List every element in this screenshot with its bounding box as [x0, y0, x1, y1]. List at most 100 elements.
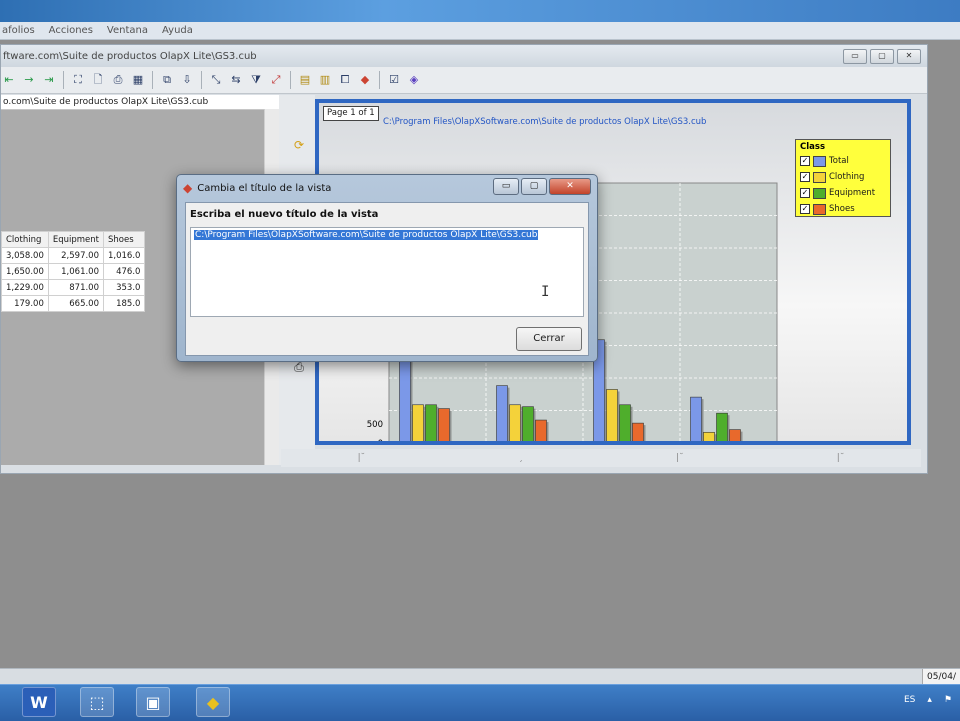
- column-header[interactable]: Shoes: [102, 231, 146, 248]
- swap-axes-icon[interactable]: ⤢: [268, 72, 284, 88]
- calculator-icon[interactable]: ▦: [130, 72, 146, 88]
- copy-icon[interactable]: ⧉: [159, 72, 175, 88]
- legend-swatch-equipment: [813, 187, 826, 199]
- toolbar-separator: [63, 71, 64, 89]
- 3d-cube-icon[interactable]: ◈: [406, 72, 422, 88]
- dialog-close-button[interactable]: ✕: [549, 178, 591, 195]
- minimize-button[interactable]: ▭: [843, 49, 867, 64]
- bar: [438, 408, 450, 441]
- pivot-icon[interactable]: ⇆: [228, 72, 244, 88]
- grid-view-icon[interactable]: ▤: [297, 72, 313, 88]
- y-tick-label: 500: [367, 420, 383, 430]
- grid-cell[interactable]: 1,650.00: [1, 263, 49, 280]
- dialog-minimize-button[interactable]: ▭: [493, 178, 519, 195]
- export-icon[interactable]: ⇩: [179, 72, 195, 88]
- y-tick-label: 0: [378, 439, 383, 441]
- cube-window-title: ftware.com\Suite de productos OlapX Lite…: [3, 50, 257, 62]
- app-cube-icon: ◆: [183, 181, 193, 195]
- chart-legend: Class ✓ Total ✓ Clothing ✓ Equipment ✓ S…: [795, 139, 891, 217]
- system-tray: ES ▴ ⚑: [904, 695, 952, 705]
- grid-cell[interactable]: 1,016.0: [102, 247, 146, 264]
- arrow-left-icon[interactable]: ⇤: [1, 72, 17, 88]
- menu-item-ayuda[interactable]: Ayuda: [162, 25, 193, 36]
- grid-cell[interactable]: 665.00: [47, 295, 105, 312]
- legend-swatch-total: [813, 155, 826, 167]
- legend-label: Equipment: [829, 188, 876, 198]
- bar: [509, 404, 521, 441]
- legend-swatch-shoes: [813, 203, 826, 215]
- dialog-title: Cambia el título de la vista: [197, 182, 332, 194]
- grid-cell[interactable]: 1,229.00: [1, 279, 49, 296]
- print-icon[interactable]: ⎙: [110, 72, 126, 88]
- grid-cell[interactable]: 179.00: [1, 295, 49, 312]
- dialog-titlebar[interactable]: ◆ Cambia el título de la vista: [183, 178, 331, 198]
- scroll-marker: |˘: [357, 453, 366, 463]
- legend-title: Class: [800, 142, 826, 152]
- cube-window-titlebar[interactable]: ftware.com\Suite de productos OlapX Lite…: [1, 45, 927, 67]
- legend-item: ✓ Total: [800, 153, 886, 169]
- data-grid: Clothing Equipment Shoes 3,058.00 2,597.…: [1, 231, 146, 312]
- print-preview-icon[interactable]: 🗋: [90, 72, 106, 88]
- table-row: 1,229.00 871.00 353.0: [1, 279, 146, 296]
- toolbar-separator: [290, 71, 291, 89]
- close-dialog-button[interactable]: Cerrar: [516, 327, 582, 351]
- word-taskbar-icon[interactable]: W: [22, 687, 56, 717]
- maximize-button[interactable]: ▢: [870, 49, 894, 64]
- grid-cell[interactable]: 1,061.00: [47, 263, 105, 280]
- dialog-maximize-button[interactable]: ▢: [521, 178, 547, 195]
- legend-checkbox[interactable]: ✓: [800, 156, 810, 166]
- view-title-selected-text[interactable]: C:\Program Files\OlapXSoftware.com\Suite…: [194, 230, 539, 240]
- app-taskbar-icon[interactable]: ▣: [136, 687, 170, 717]
- column-header[interactable]: Clothing: [1, 231, 49, 248]
- dialog-body: Escriba el nuevo título de la vista C:\P…: [185, 202, 589, 356]
- bar: [606, 389, 618, 441]
- arrow-end-icon[interactable]: ⇥: [41, 72, 57, 88]
- grid-cell[interactable]: 2,597.00: [47, 247, 105, 264]
- legend-checkbox[interactable]: ✓: [800, 188, 810, 198]
- grid-cell[interactable]: 871.00: [47, 279, 105, 296]
- column-header[interactable]: Equipment: [47, 231, 105, 248]
- scroll-marker: ˏ: [518, 453, 523, 463]
- menu-item-ventana[interactable]: Ventana: [107, 25, 148, 36]
- scroll-marker: |˘: [676, 453, 684, 463]
- bar: [716, 412, 728, 441]
- olapx-taskbar-icon[interactable]: ◆: [196, 687, 230, 717]
- grid-cell[interactable]: 476.0: [102, 263, 146, 280]
- language-indicator[interactable]: ES: [904, 695, 915, 705]
- grid-path: o.com\Suite de productos OlapX Lite\GS3.…: [1, 95, 279, 110]
- table-row: 3,058.00 2,597.00 1,016.0: [1, 247, 146, 264]
- refresh-icon[interactable]: ⟳: [291, 137, 307, 153]
- drill-icon[interactable]: ⤡: [208, 72, 224, 88]
- rename-view-dialog: ◆ Cambia el título de la vista ▭ ▢ ✕ Esc…: [176, 174, 598, 362]
- legend-checkbox[interactable]: ✓: [800, 204, 810, 214]
- cube-icon[interactable]: ◆: [357, 72, 373, 88]
- network-taskbar-icon[interactable]: ⬚: [80, 687, 114, 717]
- legend-item: ✓ Equipment: [800, 185, 886, 201]
- bar: [496, 385, 508, 441]
- chart-horizontal-scrollbar[interactable]: |˘ ˏ |˘ |˘: [281, 449, 921, 467]
- menu-item-portafolios[interactable]: afolios: [2, 25, 35, 36]
- flag-icon[interactable]: ⚑: [944, 695, 952, 705]
- grid-cell[interactable]: 3,058.00: [1, 247, 49, 264]
- check-icon[interactable]: ☑: [386, 72, 402, 88]
- bar: [425, 404, 437, 441]
- link-icon[interactable]: ⧠: [337, 72, 353, 88]
- scroll-marker: |˘: [836, 453, 845, 463]
- status-date: 05/04/: [922, 669, 960, 685]
- status-bar: 05/04/: [0, 668, 960, 685]
- table-row: 1,650.00 1,061.00 476.0: [1, 263, 146, 280]
- legend-checkbox[interactable]: ✓: [800, 172, 810, 182]
- bar: [412, 404, 424, 441]
- grid-cell[interactable]: 185.0: [102, 295, 146, 312]
- chart-view-icon[interactable]: ▥: [317, 72, 333, 88]
- filter-icon[interactable]: ⧩: [248, 72, 264, 88]
- fullscreen-icon[interactable]: ⛶: [70, 72, 86, 88]
- close-button[interactable]: ✕: [897, 49, 921, 64]
- legend-swatch-clothing: [813, 171, 826, 183]
- menu-item-acciones[interactable]: Acciones: [49, 25, 93, 36]
- view-title-input[interactable]: C:\Program Files\OlapXSoftware.com\Suite…: [190, 227, 584, 317]
- chevron-up-icon[interactable]: ▴: [927, 695, 932, 705]
- taskbar: W ⬚ ▣ ◆ ES ▴ ⚑: [0, 684, 960, 721]
- grid-cell[interactable]: 353.0: [102, 279, 146, 296]
- arrow-right-icon[interactable]: →: [21, 72, 37, 88]
